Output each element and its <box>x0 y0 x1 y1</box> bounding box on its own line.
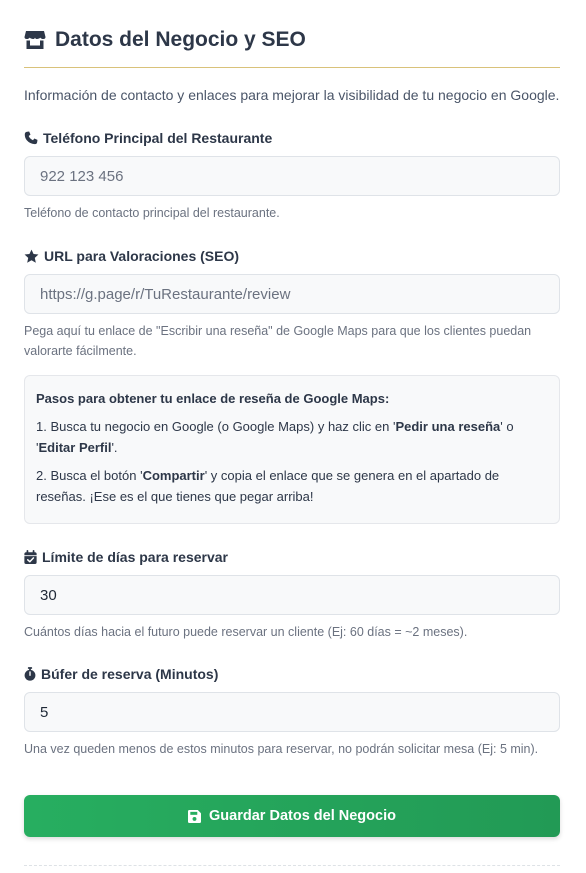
buffer-label: Búfer de reserva (Minutos) <box>24 666 218 682</box>
step-2-text: 2. Busca el botón ' <box>36 468 143 483</box>
days-limit-help-text: Cuántos días hacia el futuro puede reser… <box>24 625 468 639</box>
days-limit-label-text: Límite de días para reservar <box>42 549 228 565</box>
steps-title: Pasos para obtener tu enlace de reseña d… <box>36 391 390 406</box>
phone-help-text: Teléfono de contacto principal del resta… <box>24 206 280 220</box>
phone-label: Teléfono Principal del Restaurante <box>24 130 272 146</box>
page-title: Datos del Negocio y SEO <box>55 28 306 51</box>
save-business-data-button[interactable]: Guardar Datos del Negocio <box>24 795 560 837</box>
bottom-divider <box>24 865 560 866</box>
step-1-text-end: '. <box>111 440 118 455</box>
phone-input[interactable] <box>24 156 560 196</box>
review-link-steps-box: Pasos para obtener tu enlace de reseña d… <box>24 375 560 524</box>
step-1-bold-request-review: Pedir una reseña <box>395 419 501 434</box>
step-1-bold-edit-profile: Editar Perfil <box>38 440 112 455</box>
step-2-bold-share: Compartir <box>142 468 205 483</box>
section-header: Datos del Negocio y SEO <box>24 28 560 68</box>
review-url-help-text: Pega aquí tu enlace de "Escribir una res… <box>24 324 532 358</box>
section-title-row: Datos del Negocio y SEO <box>24 28 560 52</box>
buffer-help-text: Una vez queden menos de estos minutos pa… <box>24 742 539 756</box>
days-limit-label: Límite de días para reservar <box>24 549 228 565</box>
phone-icon <box>24 131 38 145</box>
calendar-check-icon <box>24 550 37 564</box>
review-url-input[interactable] <box>24 274 560 314</box>
phone-label-text: Teléfono Principal del Restaurante <box>43 130 273 146</box>
step-2: 2. Busca el botón 'Compartir' y copia el… <box>36 465 548 507</box>
store-icon <box>24 30 46 50</box>
buffer-minutes-input[interactable] <box>24 692 560 732</box>
section-intro-text: Información de contacto y enlaces para m… <box>24 87 560 103</box>
review-url-label: URL para Valoraciones (SEO) <box>24 248 239 264</box>
stopwatch-icon <box>24 667 36 681</box>
days-limit-input[interactable] <box>24 575 560 615</box>
save-button-label: Guardar Datos del Negocio <box>209 808 396 824</box>
step-1-text: 1. Busca tu negocio en Google (o Google … <box>36 419 396 434</box>
save-icon <box>188 809 202 823</box>
step-1: 1. Busca tu negocio en Google (o Google … <box>36 416 548 458</box>
review-url-label-text: URL para Valoraciones (SEO) <box>44 248 240 264</box>
star-icon <box>24 249 39 264</box>
buffer-label-text: Búfer de reserva (Minutos) <box>41 666 219 682</box>
